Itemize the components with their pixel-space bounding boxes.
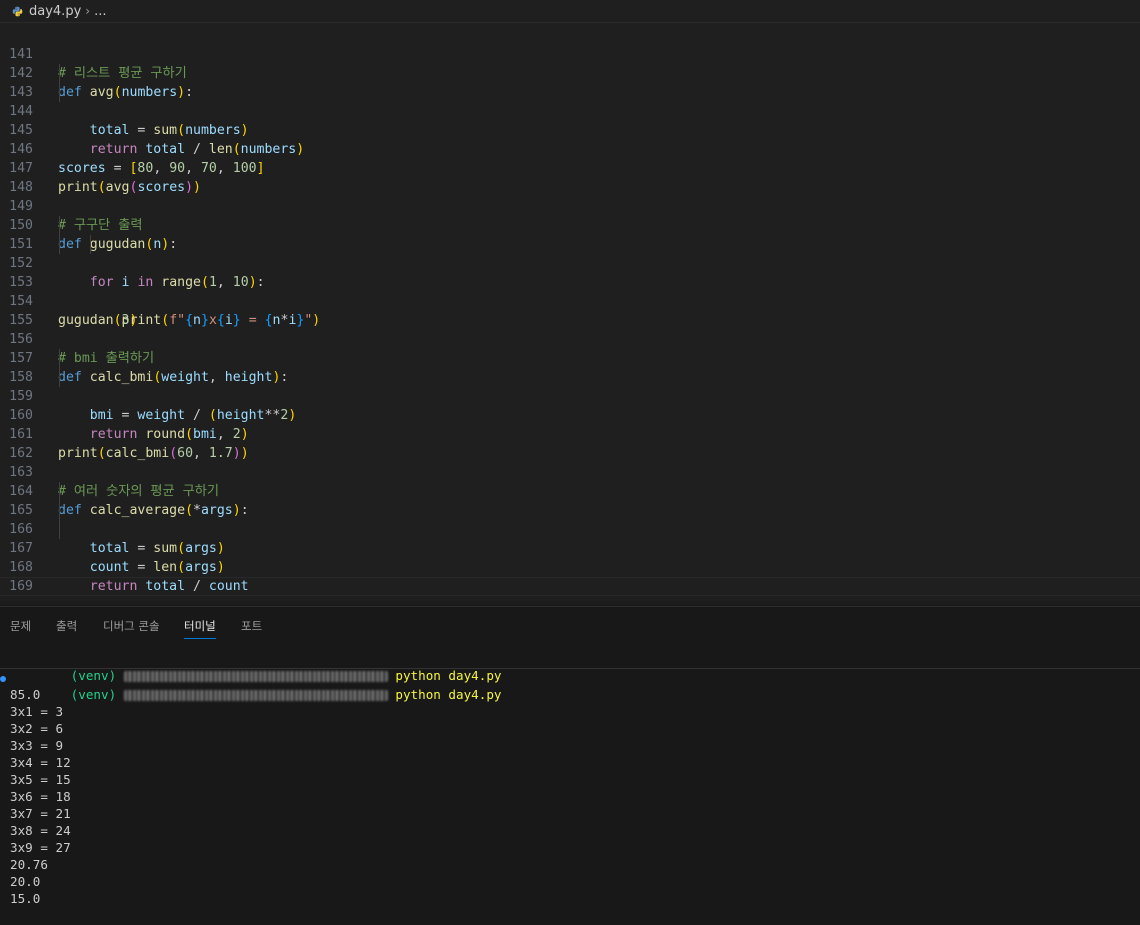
terminal-output: 3x8 = 24	[10, 823, 71, 838]
terminal-output: 3x9 = 27	[10, 840, 71, 855]
code-line: 164 def calc_average(*args):	[0, 463, 1140, 518]
tab-output[interactable]: 출력	[56, 618, 77, 638]
terminal-line: (venv) python day4.py	[70, 668, 502, 683]
terminal-line: (venv) python day4.py	[70, 687, 502, 702]
vscode-window: day4.py › ... 141 # 리스트 평균 구하기 142 def a…	[0, 0, 1140, 925]
breadcrumb-more[interactable]: ...	[94, 4, 106, 19]
terminal-output: 3x7 = 21	[10, 806, 71, 821]
breadcrumb: day4.py › ...	[0, 0, 1140, 23]
terminal-output: 20.0	[10, 874, 41, 889]
terminal-output: 3x1 = 3	[10, 704, 64, 719]
code-line: 155	[0, 292, 1140, 328]
code-line: 151 for i in range(1, 10):	[0, 216, 1140, 290]
tab-ports[interactable]: 포트	[241, 618, 262, 638]
code-line: 146 scores = [80, 90, 70, 100]	[0, 121, 1140, 176]
code-line: 150 def gugudan(n):	[0, 197, 1140, 252]
code-line: 165 total = sum(args)	[0, 482, 1140, 556]
tab-terminal[interactable]: 터미널	[184, 618, 216, 639]
code-line: 162	[0, 425, 1140, 461]
terminal-output: 3x5 = 15	[10, 772, 71, 787]
panel-tabs: 문제 출력 디버그 콘솔 터미널 포트	[0, 607, 1140, 643]
code-line: 167 return total / count	[0, 520, 1140, 594]
code-editor[interactable]: 141 # 리스트 평균 구하기 142 def avg(numbers): 1…	[0, 24, 1140, 606]
terminal-output: 15.0	[10, 891, 41, 906]
code-line: 152 print(f"{n}x{i} = {n*i}")	[0, 235, 1140, 328]
code-line: 153	[0, 254, 1140, 290]
code-line: 156 # bmi 출력하기	[0, 311, 1140, 366]
editor-bottom-edge	[0, 597, 1140, 606]
command-decoration-icon[interactable]	[0, 676, 6, 682]
tab-debug-console[interactable]: 디버그 콘솔	[103, 618, 160, 638]
terminal-output: 85.0	[10, 687, 41, 702]
code-line: 157 def calc_bmi(weight, height):	[0, 330, 1140, 385]
code-line: 169 print(calc_average(10, 20, 30))	[0, 558, 1140, 606]
code-line: 154 gugudan(3)	[0, 273, 1140, 328]
code-line: 143 total = sum(numbers)	[0, 64, 1140, 138]
code-line: 163 # 여러 숫자의 평균 구하기	[0, 444, 1140, 499]
code-line: 141 # 리스트 평균 구하기	[0, 26, 1140, 81]
bottom-panel: 문제 출력 디버그 콘솔 터미널 포트 (venv) python day4.p…	[0, 606, 1140, 925]
code-line: 160	[0, 387, 1140, 423]
terminal-output: 3x3 = 9	[10, 738, 64, 753]
code-line: 149 # 구구단 출력	[0, 178, 1140, 233]
code-line-current: 170 print(calc_average(5, 10, 15, 20, 25…	[0, 577, 1140, 606]
code-line: 148	[0, 159, 1140, 195]
terminal-output: 3x6 = 18	[10, 789, 71, 804]
terminal-output: 20.76	[10, 857, 48, 872]
code-line: 166 count = len(args)	[0, 501, 1140, 575]
terminal-output: 3x2 = 6	[10, 721, 64, 736]
code-line: 144 return total / len(numbers)	[0, 83, 1140, 157]
code-line: 158 bmi = weight / (height**2)	[0, 349, 1140, 423]
breadcrumb-file[interactable]: day4.py	[29, 4, 81, 19]
code-line: 147 print(avg(scores))	[0, 140, 1140, 195]
code-line: 159 return round(bmi, 2)	[0, 368, 1140, 442]
code-line: 142 def avg(numbers):	[0, 45, 1140, 100]
tab-problems[interactable]: 문제	[10, 618, 31, 638]
redacted-path	[123, 690, 388, 701]
code-line: 145	[0, 102, 1140, 138]
code-line: 161 print(calc_bmi(60, 1.7))	[0, 406, 1140, 461]
terminal-prompt: (venv)	[10, 907, 404, 924]
code-line: 168	[0, 539, 1140, 575]
terminal-output: 3x4 = 12	[10, 755, 71, 770]
chevron-right-icon: ›	[85, 4, 91, 18]
python-file-icon	[12, 6, 23, 17]
